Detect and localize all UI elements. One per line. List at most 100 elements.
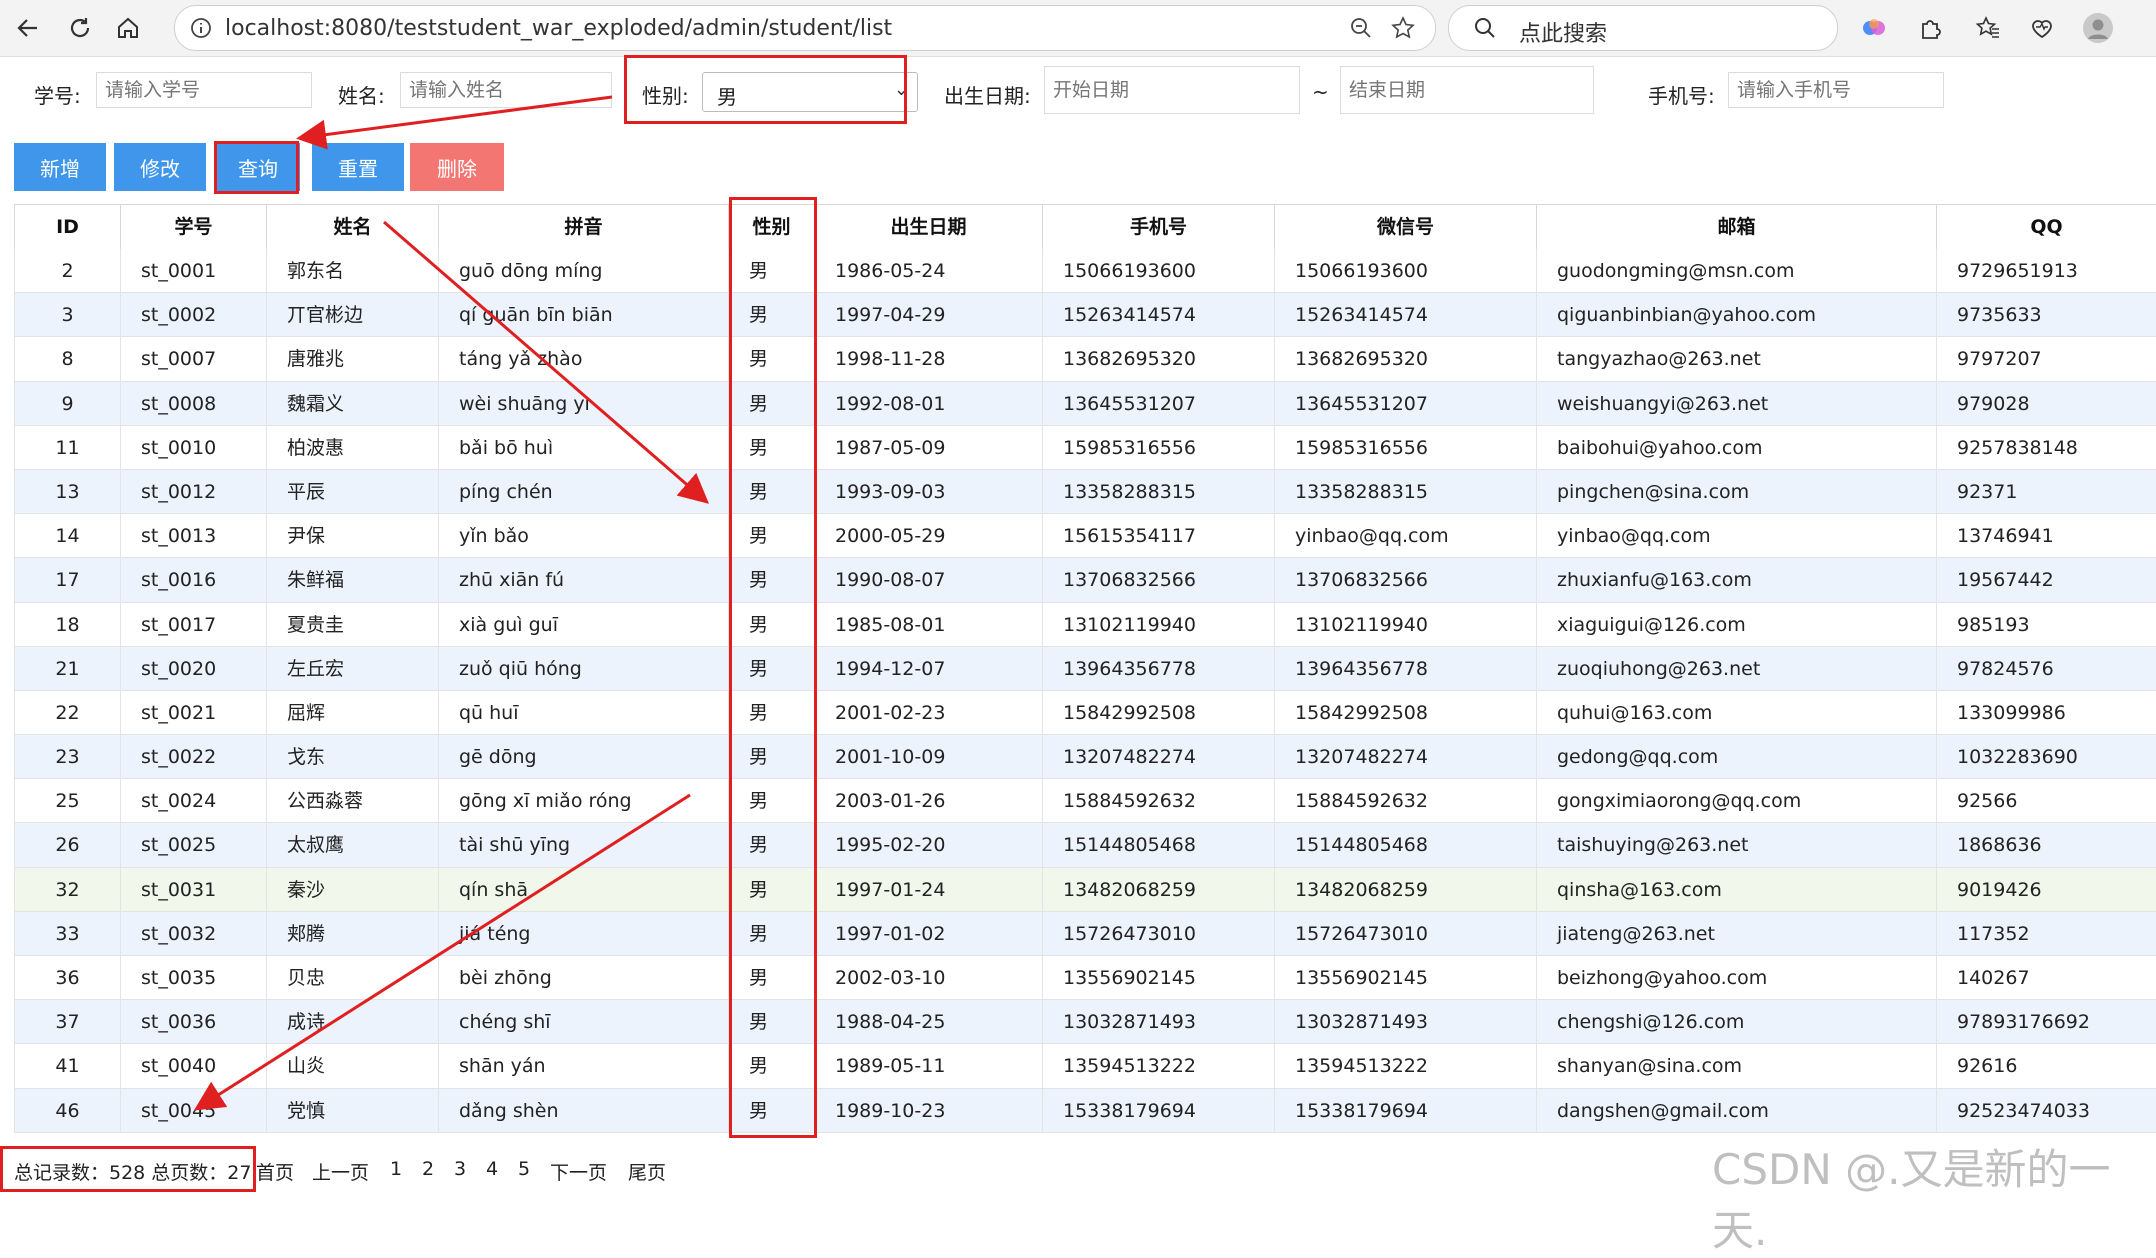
- profile-avatar-icon[interactable]: [2078, 8, 2118, 48]
- cell-pinyin: jiá téng: [438, 911, 728, 956]
- cell-email: tangyazhao@263.net: [1536, 337, 1936, 382]
- collections-icon[interactable]: [2022, 8, 2062, 48]
- student-no-input[interactable]: [96, 72, 312, 108]
- refresh-button[interactable]: [60, 8, 100, 48]
- cell-email: baibohui@yahoo.com: [1536, 425, 1936, 470]
- cell-email: qiguanbinbian@yahoo.com: [1536, 293, 1936, 338]
- pager-last[interactable]: 尾页: [628, 1158, 666, 1185]
- pager-page-5[interactable]: 5: [518, 1158, 530, 1180]
- cell-student-no: st_0045: [120, 1088, 266, 1133]
- table-row[interactable]: 8 st_0007 唐雅兆 táng yǎ zhào 男 1998-11-28 136826…: [14, 337, 2156, 382]
- pager-page-2[interactable]: 2: [422, 1158, 434, 1180]
- table-row[interactable]: 22 st_0021 屈辉 qū huī 男 2001-02-23 15842992508 1…: [14, 690, 2156, 736]
- pager-prev[interactable]: 上一页: [312, 1158, 369, 1185]
- col-header-email: 邮箱: [1536, 205, 1936, 249]
- phone-input[interactable]: [1728, 72, 1944, 108]
- cell-pinyin: táng yǎ zhào: [438, 337, 728, 382]
- favorite-star-icon[interactable]: [1389, 14, 1417, 42]
- table-row[interactable]: 3 st_0002 丌官彬边 qí guān bīn biān 男 1997-04-29 1…: [14, 293, 2156, 338]
- cell-name: 党慎: [266, 1088, 438, 1133]
- cell-name: 成诗: [266, 1000, 438, 1045]
- cell-wechat: 15066193600: [1274, 249, 1536, 293]
- cell-student-no: st_0036: [120, 1000, 266, 1045]
- cell-pinyin: qí guān bīn biān: [438, 293, 728, 338]
- name-label: 姓名:: [338, 84, 385, 108]
- cell-birth-date: 1992-08-01: [814, 381, 1042, 426]
- cell-student-no: st_0021: [120, 690, 266, 735]
- cell-wechat: 15144805468: [1274, 823, 1536, 868]
- table-row[interactable]: 2 st_0001 郭东名 guō dōng míng 男 1986-05-24 15066…: [14, 249, 2156, 294]
- cell-student-no: st_0016: [120, 558, 266, 603]
- table-row[interactable]: 11 st_0010 柏波惠 bǎi bō huì 男 1987-05-09 1598531…: [14, 425, 2156, 470]
- copilot-icon[interactable]: [1854, 8, 1894, 48]
- table-row[interactable]: 23 st_0022 戈东 gē dōng 男 2001-10-09 13207482274…: [14, 735, 2156, 780]
- reset-button[interactable]: 重置: [312, 143, 404, 191]
- cell-id: 9: [14, 381, 120, 426]
- name-input[interactable]: [400, 72, 612, 108]
- back-icon: [17, 19, 37, 37]
- cell-email: jiateng@263.net: [1536, 911, 1936, 956]
- pager-page-4[interactable]: 4: [486, 1158, 498, 1180]
- extensions-icon[interactable]: [1910, 8, 1950, 48]
- pager-page-3[interactable]: 3: [454, 1158, 466, 1180]
- table-row[interactable]: 13 st_0012 平辰 píng chén 男 1993-09-03 133582883…: [14, 469, 2156, 515]
- table-row[interactable]: 14 st_0013 尹保 yǐn bǎo 男 2000-05-29 15615354117…: [14, 514, 2156, 559]
- table-row[interactable]: 25 st_0024 公西淼蓉 gōng xī miǎo róng 男 2003-01-2…: [14, 779, 2156, 824]
- cell-id: 13: [14, 469, 120, 514]
- cell-student-no: st_0031: [120, 867, 266, 912]
- pager-first[interactable]: 首页: [256, 1158, 294, 1185]
- table-row[interactable]: 32 st_0031 秦沙 qín shā 男 1997-01-24 13482068259…: [14, 867, 2156, 912]
- table-row[interactable]: 18 st_0017 夏贵圭 xià guì guī 男 1985-08-01 131021…: [14, 602, 2156, 647]
- cell-qq: 9797207: [1936, 337, 2156, 382]
- home-button[interactable]: [108, 8, 148, 48]
- cell-name: 公西淼蓉: [266, 779, 438, 824]
- table-row[interactable]: 36 st_0035 贝忠 bèi zhōng 男 2002-03-10 135569021…: [14, 956, 2156, 1001]
- zoom-icon[interactable]: [1347, 14, 1375, 42]
- table-row[interactable]: 21 st_0020 左丘宏 zuǒ qiū hóng 男 1994-12-07 13964…: [14, 646, 2156, 691]
- cell-student-no: st_0024: [120, 779, 266, 824]
- table-row[interactable]: 37 st_0036 成诗 chéng shī 男 1988-04-25 130328714…: [14, 1000, 2156, 1045]
- cell-email: quhui@163.com: [1536, 690, 1936, 735]
- cell-id: 14: [14, 514, 120, 559]
- birth-end-input[interactable]: [1340, 66, 1594, 114]
- pager-next[interactable]: 下一页: [550, 1158, 607, 1185]
- cell-birth-date: 1997-04-29: [814, 293, 1042, 338]
- refresh-icon: [70, 18, 90, 38]
- cell-name: 贝忠: [266, 956, 438, 1000]
- table-row[interactable]: 26 st_0025 太叔鹰 tài shū yīng 男 1995-02-20 15144…: [14, 823, 2156, 868]
- table-row[interactable]: 46 st_0045 党慎 dǎng shèn 男 1989-10-23 153381796…: [14, 1088, 2156, 1133]
- cell-pinyin: tài shū yīng: [438, 823, 728, 868]
- table-row[interactable]: 33 st_0032 郏腾 jiá téng 男 1997-01-02 1572647301…: [14, 911, 2156, 956]
- cell-birth-date: 1988-04-25: [814, 1000, 1042, 1045]
- student-table: ID 学号 姓名 拼音 性别 出生日期 手机号 微信号 邮箱 QQ 2 st_0001 郭东名 guō …: [14, 204, 2156, 1134]
- cell-pinyin: wèi shuāng yì: [438, 381, 728, 426]
- cell-birth-date: 1990-08-07: [814, 558, 1042, 603]
- add-button[interactable]: 新增: [14, 143, 106, 191]
- info-icon[interactable]: [187, 14, 215, 42]
- cell-pinyin: qū huī: [438, 690, 728, 735]
- favorites-icon[interactable]: [1968, 8, 2008, 48]
- table-row[interactable]: 41 st_0040 山炎 shān yán 男 1989-05-11 1359451322…: [14, 1044, 2156, 1089]
- cell-student-no: st_0035: [120, 956, 266, 1000]
- cell-email: dangshen@gmail.com: [1536, 1088, 1936, 1133]
- browser-search-box[interactable]: 点此搜索: [1448, 5, 1838, 51]
- birth-start-input[interactable]: [1044, 66, 1300, 114]
- address-bar[interactable]: localhost:8080/teststudent_war_exploded/…: [174, 5, 1436, 51]
- table-row[interactable]: 17 st_0016 朱鲜福 zhū xiān fú 男 1990-08-07 137068…: [14, 558, 2156, 603]
- cell-email: xiaguigui@126.com: [1536, 602, 1936, 647]
- cell-phone: 13645531207: [1042, 381, 1274, 426]
- table-row[interactable]: 9 st_0008 魏霜义 wèi shuāng yì 男 1992-08-01 13645…: [14, 381, 2156, 426]
- delete-button[interactable]: 删除: [410, 143, 504, 191]
- table-body: 2 st_0001 郭东名 guō dōng míng 男 1986-05-24 15066…: [14, 249, 2156, 1133]
- edit-button[interactable]: 修改: [114, 143, 206, 191]
- cell-phone: 13102119940: [1042, 602, 1274, 647]
- cell-qq: 92566: [1936, 779, 2156, 824]
- cell-id: 41: [14, 1044, 120, 1089]
- cell-pinyin: zhū xiān fú: [438, 558, 728, 603]
- cell-name: 丌官彬边: [266, 293, 438, 338]
- back-button[interactable]: [8, 8, 48, 48]
- cell-student-no: st_0017: [120, 602, 266, 647]
- cell-qq: 979028: [1936, 381, 2156, 426]
- cell-qq: 19567442: [1936, 558, 2156, 603]
- pager-page-1[interactable]: 1: [390, 1158, 402, 1180]
